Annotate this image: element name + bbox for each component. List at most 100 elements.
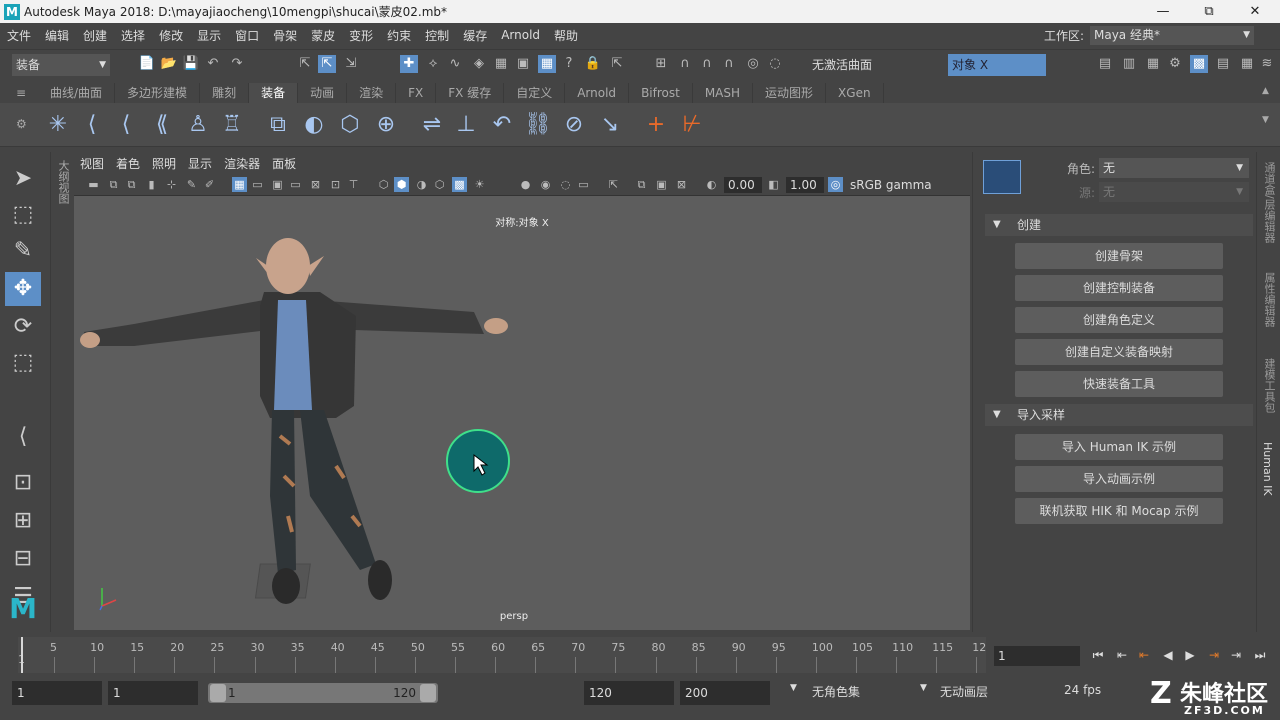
menu-item[interactable]: 变形 <box>342 27 380 44</box>
camera-select-icon[interactable]: ▬ <box>86 177 101 192</box>
menu-item[interactable]: 窗口 <box>228 27 266 44</box>
snap-live-icon[interactable]: ◌ <box>766 55 784 73</box>
create-skeleton-button[interactable]: 创建骨架 <box>1015 243 1223 269</box>
workspace-select[interactable]: Maya 经典* ▼ <box>1090 26 1254 45</box>
aim-constraint-icon[interactable]: ↘ <box>594 109 626 141</box>
parent-constraint-icon[interactable]: ⊥ <box>450 109 482 141</box>
time-ruler[interactable]: 1510152025303540455055606570758085909510… <box>18 637 986 673</box>
menu-item[interactable]: 骨架 <box>266 27 304 44</box>
render-settings-icon[interactable]: ⚙ <box>1166 55 1184 73</box>
go-to-start-icon[interactable]: ⏮ <box>1088 645 1108 665</box>
hypershade-icon[interactable]: ▩ <box>1190 55 1208 73</box>
safe-action-icon[interactable]: ⊡ <box>328 177 343 192</box>
symmetry-select[interactable]: 对象 X <box>948 54 1046 76</box>
import-humanik-example-button[interactable]: 导入 Human IK 示例 <box>1015 434 1223 460</box>
viewport-3d[interactable]: 对称:对象 X persp <box>74 196 970 630</box>
step-forward-key-icon[interactable]: ⇥ <box>1226 645 1246 665</box>
paint-select-icon[interactable]: ✎ <box>5 234 41 268</box>
snap-surface-icon[interactable]: ◎ <box>744 55 762 73</box>
step-back-key-icon[interactable]: ⇤ <box>1112 645 1132 665</box>
select-deform-icon[interactable]: ▦ <box>492 55 510 73</box>
menu-item[interactable]: 修改 <box>152 27 190 44</box>
panel-menu-item[interactable]: 面板 <box>266 155 302 172</box>
live-surface-field[interactable]: 无激活曲面 <box>808 54 900 76</box>
select-hierarchy-icon[interactable]: ⇱ <box>296 55 314 73</box>
menu-item[interactable]: 缓存 <box>456 27 494 44</box>
character-set-select[interactable]: 无角色集 <box>812 683 860 700</box>
xray-icon[interactable]: ⧉ <box>634 177 649 192</box>
anim-start-field[interactable]: 1 <box>108 681 198 705</box>
blend-shape-icon[interactable]: ⇌ <box>416 109 448 141</box>
grease-pencil2-icon[interactable]: ✐ <box>202 177 217 192</box>
gamma-field[interactable]: 1.00 <box>786 177 824 193</box>
humanik-logo-icon[interactable] <box>983 160 1021 194</box>
rotate-tool-icon[interactable]: ⟳ <box>5 310 41 344</box>
shelf-tab[interactable]: MASH <box>693 83 754 103</box>
shelf-tab[interactable]: 雕刻 <box>200 83 250 103</box>
ik-handle-icon[interactable]: ⟨ <box>76 109 108 141</box>
select-dynamic-icon[interactable]: ▣ <box>514 55 532 73</box>
scale-tool-icon[interactable]: ⬚ <box>5 346 41 380</box>
grease-pencil-icon[interactable]: ✎ <box>184 177 199 192</box>
ao-icon[interactable]: ◉ <box>538 177 553 192</box>
colorspace-field[interactable]: sRGB gamma <box>846 177 966 193</box>
shelf-tab[interactable]: 渲染 <box>347 83 397 103</box>
panel-menu-item[interactable]: 显示 <box>182 155 218 172</box>
select-curve-icon[interactable]: ∿ <box>446 55 464 73</box>
snap-view-icon[interactable]: ∩ <box>720 55 738 73</box>
select-misc-icon[interactable]: ? <box>560 55 578 73</box>
render-view-icon[interactable]: ▤ <box>1096 55 1114 73</box>
bind-skin-icon[interactable]: ⧉ <box>262 109 294 141</box>
end-time-field[interactable]: 200 <box>680 681 770 705</box>
ipr-render-icon[interactable]: ▦ <box>1144 55 1162 73</box>
close-button[interactable]: ✕ <box>1232 0 1278 23</box>
smooth-shade-icon[interactable]: ⬢ <box>394 177 409 192</box>
shelf-tab[interactable]: FX <box>396 83 437 103</box>
quick-rig-tool-button[interactable]: 快速装备工具 <box>1015 371 1223 397</box>
shelf-tab[interactable]: 装备 <box>249 83 299 103</box>
select-tool-icon[interactable]: ➤ <box>5 162 41 196</box>
quick-rig-icon[interactable]: ♖ <box>216 109 248 141</box>
snap-grid-icon[interactable]: ⊞ <box>652 55 670 73</box>
joint-tool-icon[interactable]: ✳ <box>42 109 74 141</box>
range-end-handle[interactable] <box>420 684 436 702</box>
source-select[interactable]: 无 ▼ <box>1099 182 1249 202</box>
snap-curve-icon[interactable]: ∩ <box>676 55 694 73</box>
step-forward-frame-icon[interactable]: ⇥ <box>1204 645 1224 665</box>
exposure-icon[interactable]: ◐ <box>704 177 719 192</box>
menuset-select[interactable]: 装备 ▼ <box>12 54 110 76</box>
wireframe-icon[interactable]: ⬡ <box>376 177 391 192</box>
wire-on-shaded-icon[interactable]: ⬡ <box>432 177 447 192</box>
2d-pan-icon[interactable]: ⊹ <box>164 177 179 192</box>
redo-icon[interactable]: ↷ <box>228 55 246 73</box>
current-frame-field[interactable]: 1 <box>994 646 1080 666</box>
camera-attr-icon[interactable]: ⧉ <box>106 177 121 192</box>
character-select[interactable]: 无 ▼ <box>1099 158 1249 178</box>
fps-select[interactable]: 24 fps <box>1064 683 1101 697</box>
online-hik-mocap-button[interactable]: 联机获取 HIK 和 Mocap 示例 <box>1015 498 1223 524</box>
shelf-scroll-up-icon[interactable]: ▲ <box>1262 86 1269 96</box>
tab-channel-box[interactable]: 通道盒/层编辑器 <box>1261 162 1277 243</box>
select-render-icon[interactable]: ▦ <box>538 55 556 73</box>
last-tool-icon[interactable]: ⟨ <box>5 420 41 454</box>
select-joint-icon[interactable]: ⟡ <box>424 55 442 73</box>
shelf-tab[interactable]: 运动图形 <box>753 83 827 103</box>
textured-icon[interactable]: ▩ <box>452 177 467 192</box>
exposure-field[interactable]: 0.00 <box>724 177 762 193</box>
shelf-gear-icon[interactable]: ⚙ <box>16 117 27 131</box>
open-scene-icon[interactable]: 📂 <box>160 55 178 73</box>
shelf-tab[interactable]: XGen <box>826 83 884 103</box>
orient-constraint-icon[interactable]: ⛓ <box>522 109 554 141</box>
lock-icon[interactable]: 🔒 <box>584 55 602 73</box>
ik-spline-icon[interactable]: ⟨ <box>110 109 142 141</box>
shelf-tab[interactable]: 自定义 <box>504 83 566 103</box>
menu-item[interactable]: Arnold <box>494 28 547 42</box>
play-forwards-icon[interactable]: ▶ <box>1180 645 1200 665</box>
shelf-tab[interactable]: 曲线/曲面 <box>38 83 116 103</box>
select-component-icon[interactable]: ⇲ <box>342 55 360 73</box>
ik-fk-icon[interactable]: ⊬ <box>676 109 708 141</box>
scale-constraint-icon[interactable]: ⊘ <box>558 109 590 141</box>
menu-item[interactable]: 创建 <box>76 27 114 44</box>
layers-icon[interactable]: ≋ <box>1258 55 1276 73</box>
toggle-panels-icon[interactable]: ▤ <box>1214 55 1232 73</box>
